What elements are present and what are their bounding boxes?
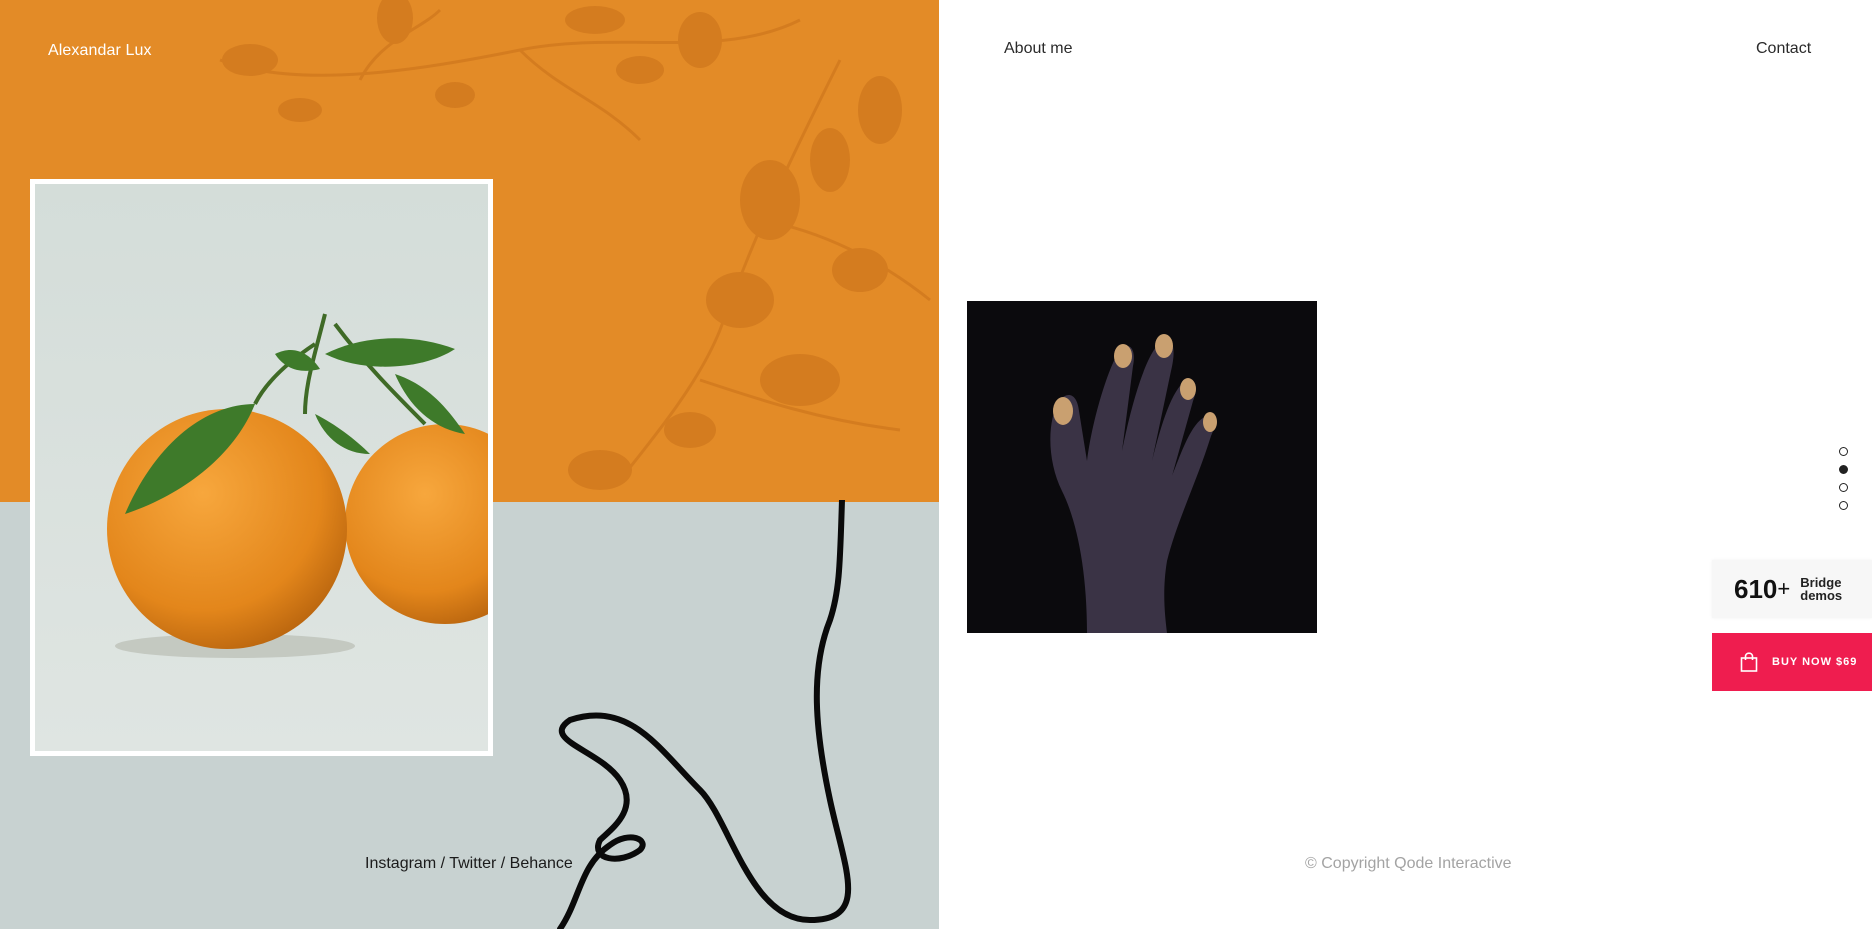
nav-contact[interactable]: Contact [1756,40,1811,58]
oranges-photo [35,184,545,751]
demos-count: 610 [1734,573,1778,604]
slider-dot-2[interactable] [1839,465,1848,474]
slider-pagination [1839,447,1848,510]
ink-squiggle-decoration [557,500,852,929]
buy-now-label: BUY NOW $69 [1772,656,1858,668]
demos-count-badge[interactable]: 610 + Bridge demos [1712,560,1872,618]
social-links[interactable]: Instagram / Twitter / Behance [365,855,573,873]
shopping-bag-icon [1740,652,1758,672]
demos-label: Bridge demos [1800,576,1842,602]
slider-dot-3[interactable] [1839,483,1848,492]
brand-logo-link[interactable]: Alexandar Lux [48,42,152,60]
hero-left-panel: Alexandar Lux Instagram / Twitter / Beha… [0,0,939,929]
oranges-photo-frame [30,179,545,756]
slider-dot-1[interactable] [1839,447,1848,456]
demos-label-line2: demos [1800,588,1843,603]
hand-photo [967,301,1317,633]
demos-plus: + [1777,576,1791,601]
nav-about-me[interactable]: About me [1004,40,1072,58]
slider-dot-4[interactable] [1839,501,1848,510]
buy-now-button[interactable]: BUY NOW $69 [1712,633,1872,691]
copyright-text: © Copyright Qode Interactive [1305,855,1512,872]
